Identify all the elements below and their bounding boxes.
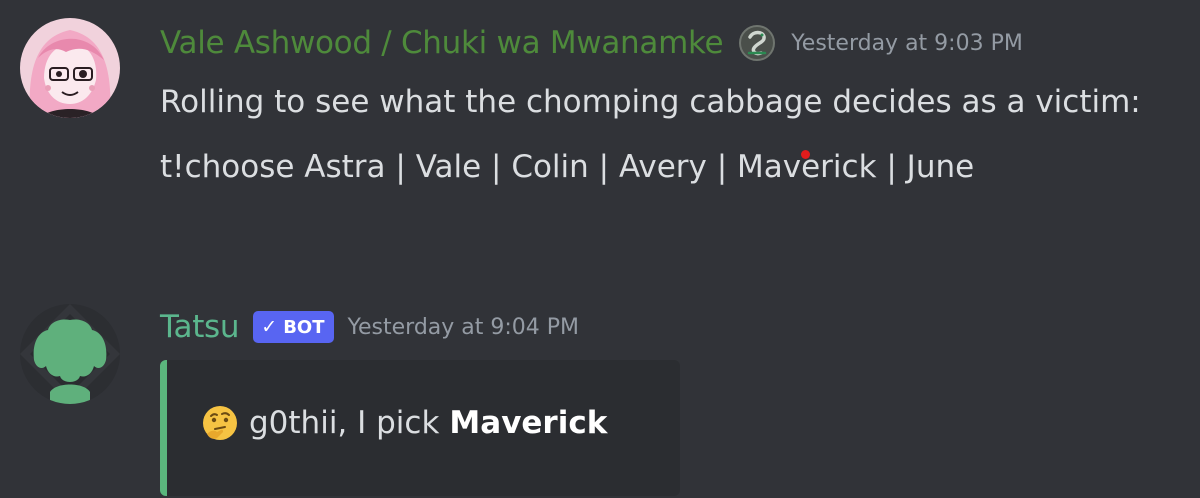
bot-tag: ✓ BOT [253,311,334,343]
vale-avatar-image [20,18,120,118]
message-header: Vale Ashwood / Chuki wa Mwanamke Yesterd… [160,18,1023,68]
message-tatsu: Tatsu ✓ BOT Yesterday at 9:04 PM g0thii,… [0,290,1200,498]
embed-description: g0thii, I pick Maverick [201,404,607,442]
bot-tag-label: BOT [283,316,325,338]
embed-choice: Maverick [449,405,608,441]
message-embed: g0thii, I pick Maverick [160,360,680,496]
username[interactable]: Tatsu [160,309,240,345]
chat-log: Vale Ashwood / Chuki wa Mwanamke Yesterd… [0,0,1200,498]
timestamp[interactable]: Yesterday at 9:03 PM [791,31,1023,56]
serpent-badge-icon[interactable] [737,23,777,63]
timestamp[interactable]: Yesterday at 9:04 PM [348,315,580,340]
embed-text: g0thii, I pick [249,405,440,441]
message-text-line: Rolling to see what the chomping cabbage… [160,84,1141,120]
message-header: Tatsu ✓ BOT Yesterday at 9:04 PM [160,302,579,352]
cursor-dot [801,150,810,159]
verified-check-icon: ✓ [261,316,278,338]
username[interactable]: Vale Ashwood / Chuki wa Mwanamke [160,25,724,61]
message-content: Rolling to see what the chomping cabbage… [160,78,1150,208]
avatar[interactable] [20,18,120,118]
message-text-line: t!choose Astra | Vale | Colin | Avery | … [160,149,975,185]
avatar[interactable] [20,304,120,404]
message-vale: Vale Ashwood / Chuki wa Mwanamke Yesterd… [0,0,1200,270]
tatsu-avatar-image [20,304,120,404]
thinking-face-icon [203,406,237,440]
